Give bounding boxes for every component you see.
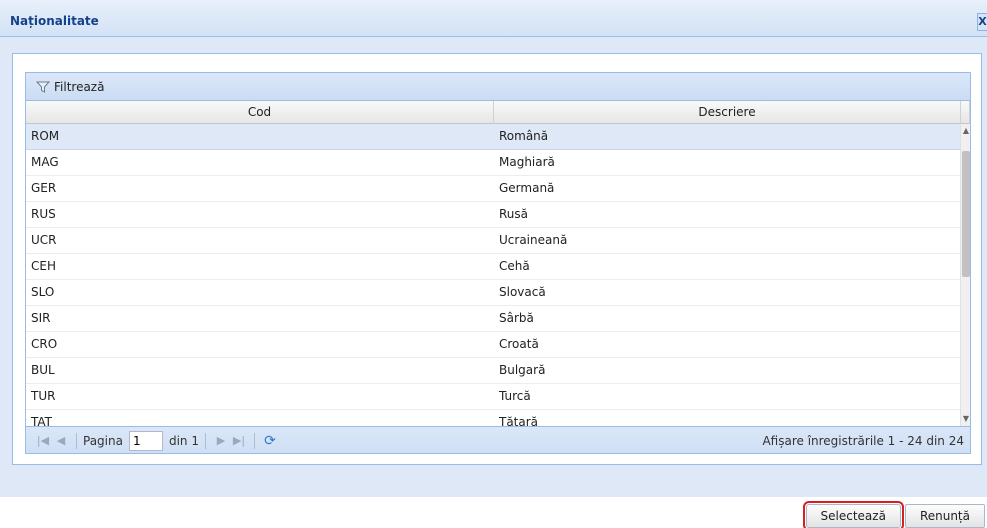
nationality-grid: Filtrează Cod Descriere ROM Română MAG Magh… xyxy=(25,72,971,454)
close-button[interactable]: X xyxy=(977,13,987,31)
previous-page-icon[interactable]: ◀ xyxy=(52,432,70,450)
table-row[interactable]: UCR Ucraineană xyxy=(26,228,960,254)
cell-descriere: Română xyxy=(499,129,549,143)
table-row[interactable]: SIR Sârbă xyxy=(26,306,960,332)
cancel-button[interactable]: Renunță xyxy=(904,504,985,528)
select-button[interactable]: Selectează xyxy=(802,501,904,528)
cell-descriere: Turcă xyxy=(499,389,531,403)
paging-info: Afișare înregistrările 1 - 24 din 24 xyxy=(762,434,964,448)
last-page-icon[interactable]: ▶| xyxy=(230,432,248,450)
cell-cod: BUL xyxy=(31,363,55,377)
cell-descriere: Tătară xyxy=(499,415,539,426)
table-row[interactable]: ROM Română xyxy=(26,124,960,150)
first-page-icon[interactable]: |◀ xyxy=(34,432,52,450)
content-panel: Filtrează Cod Descriere ROM Română MAG Magh… xyxy=(12,53,982,465)
column-header-descriere[interactable]: Descriere xyxy=(494,101,961,124)
grid-header: Cod Descriere xyxy=(26,101,970,124)
table-row[interactable]: RUS Rusă xyxy=(26,202,960,228)
column-header-cod[interactable]: Cod xyxy=(26,101,494,124)
page-count-label: din 1 xyxy=(168,433,199,448)
cell-cod: TUR xyxy=(31,389,56,403)
page-number-input[interactable] xyxy=(128,430,163,451)
cell-cod: SLO xyxy=(31,285,55,299)
cell-descriere: Sârbă xyxy=(499,311,534,325)
table-row[interactable]: SLO Slovacă xyxy=(26,280,960,306)
cell-descriere: Slovacă xyxy=(499,285,546,299)
cell-cod: RUS xyxy=(31,207,56,221)
table-row[interactable]: GER Germană xyxy=(26,176,960,202)
toolbar-separator xyxy=(253,432,255,449)
vertical-scrollbar[interactable]: ▲ ▼ xyxy=(960,124,970,426)
cell-descriere: Ucraineană xyxy=(499,233,568,247)
table-row[interactable]: CEH Cehă xyxy=(26,254,960,280)
grid-rows: ROM Română MAG Maghiară GER Germană RUS Rusă UCR… xyxy=(26,124,960,426)
cell-cod: CRO xyxy=(31,337,58,351)
cell-descriere: Maghiară xyxy=(499,155,555,169)
table-row[interactable]: TUR Turcă xyxy=(26,384,960,410)
dialog-buttons: Selectează Renunță xyxy=(802,501,985,528)
filter-label: Filtrează xyxy=(54,79,105,94)
scroll-up-arrow-icon[interactable]: ▲ xyxy=(961,124,970,138)
close-icon: X xyxy=(978,15,987,28)
window-body: Filtrează Cod Descriere ROM Română MAG Magh… xyxy=(0,37,987,528)
toolbar-separator xyxy=(204,432,206,449)
next-page-icon[interactable]: ▶ xyxy=(212,432,230,450)
cell-cod: UCR xyxy=(31,233,57,247)
cell-cod: TAT xyxy=(31,415,53,426)
cell-descriere: Rusă xyxy=(499,207,529,221)
window-title: Naționalitate xyxy=(10,14,99,28)
cell-descriere: Germană xyxy=(499,181,555,195)
table-row[interactable]: CRO Croată xyxy=(26,332,960,358)
cell-cod: ROM xyxy=(31,129,60,143)
table-row[interactable]: TAT Tătară xyxy=(26,410,960,426)
scroll-down-arrow-icon[interactable]: ▼ xyxy=(961,412,970,426)
window-titlebar: Naționalitate X xyxy=(0,0,987,37)
cell-cod: GER xyxy=(31,181,57,195)
column-header-spacer xyxy=(961,101,970,124)
cell-descriere: Bulgară xyxy=(499,363,546,377)
page-label: Pagina xyxy=(83,433,123,448)
refresh-icon[interactable]: ⟳ xyxy=(261,432,279,450)
filter-button[interactable]: Filtrează xyxy=(26,73,970,101)
funnel-icon xyxy=(36,81,50,93)
table-row[interactable]: MAG Maghiară xyxy=(26,150,960,176)
cell-descriere: Croată xyxy=(499,337,539,351)
cell-descriere: Cehă xyxy=(499,259,530,273)
scrollbar-thumb[interactable] xyxy=(962,151,970,277)
toolbar-separator xyxy=(76,432,77,449)
cell-cod: CEH xyxy=(31,259,56,273)
paging-toolbar: |◀ ◀ Pagina din 1 ▶ ▶| ⟳ Afișare înregis… xyxy=(26,426,970,453)
table-row[interactable]: BUL Bulgară xyxy=(26,358,960,384)
cell-cod: SIR xyxy=(31,311,51,325)
cell-cod: MAG xyxy=(31,155,59,169)
